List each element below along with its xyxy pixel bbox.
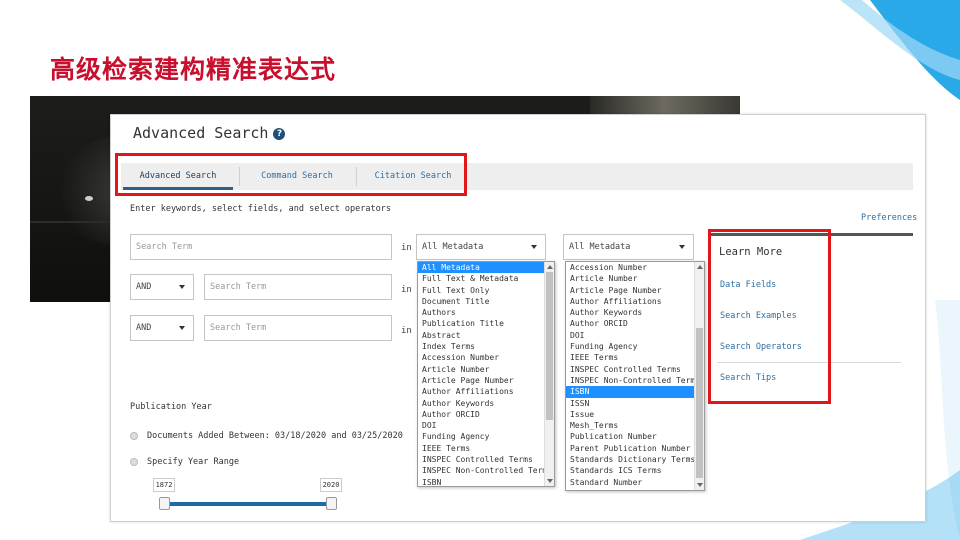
field-select-2-value: All Metadata [569, 242, 631, 252]
dropdown-option[interactable]: Index Terms [418, 341, 554, 352]
year-range-track[interactable] [165, 502, 333, 506]
dropdown-option[interactable]: ISBN [418, 477, 554, 488]
dropdown-option[interactable]: Publication Number [566, 431, 704, 442]
dropdown-option[interactable]: INSPEC Controlled Terms [566, 364, 704, 375]
dropdown-option[interactable]: All Metadata [418, 262, 554, 274]
dropdown-option[interactable]: INSPEC Non-Controlled Terms [566, 375, 704, 386]
dropdown-option[interactable]: DOI [566, 330, 704, 341]
scroll-down-icon[interactable] [547, 479, 553, 483]
dropdown-option[interactable]: Author ORCID [418, 409, 554, 420]
dropdown-option[interactable]: Article Page Number [418, 375, 554, 386]
chevron-down-icon [679, 245, 685, 249]
dropdown-option[interactable]: Author Keywords [566, 307, 704, 318]
field-select-2[interactable]: All Metadata [563, 234, 694, 260]
publication-year-label: Publication Year [130, 402, 212, 412]
dropdown-option[interactable]: Article Page Number [566, 285, 704, 296]
dropdown-option[interactable]: Full Text Only [418, 285, 554, 296]
range-handle-min[interactable] [159, 497, 170, 510]
dropdown-option[interactable]: INSPEC Controlled Terms [418, 454, 554, 465]
dropdown-option[interactable]: INSPEC Non-Controlled Terms [418, 465, 554, 476]
dropdown-option[interactable]: Authors [418, 307, 554, 318]
radio-specify-year-range[interactable] [130, 458, 138, 466]
chevron-down-icon [531, 245, 537, 249]
operator-value: AND [136, 282, 152, 292]
learn-more-highlight-box [708, 229, 831, 404]
chevron-down-icon [179, 326, 185, 330]
field-select-1[interactable]: All Metadata [416, 234, 546, 260]
tabs-highlight-box [115, 153, 467, 196]
dropdown-option[interactable]: Accession Number [566, 262, 704, 273]
dropdown-option[interactable]: Issue [566, 409, 704, 420]
operator-value: AND [136, 323, 152, 333]
advanced-search-panel: Advanced Search? Advanced Search Command… [110, 114, 926, 522]
dropdown-option[interactable]: IEEE Terms [418, 443, 554, 454]
dropdown-option[interactable]: Full Text & Metadata [418, 273, 554, 284]
dropdown-option[interactable]: Publication Title [418, 318, 554, 329]
dropdown-option[interactable]: Accession Number [418, 352, 554, 363]
dropdown-option[interactable]: Standards Dictionary Terms [566, 454, 704, 465]
dropdown-option[interactable]: Funding Agency [566, 341, 704, 352]
panel-title-text: Advanced Search [133, 124, 269, 142]
dropdown-option[interactable]: Abstract [418, 330, 554, 341]
range-handle-max[interactable] [326, 497, 337, 510]
dropdown-option[interactable]: Parent Publication Number [566, 443, 704, 454]
dropdown-option[interactable]: Author Affiliations [418, 386, 554, 397]
in-label: in [401, 243, 412, 253]
search-term-input-3[interactable]: Search Term [204, 315, 392, 341]
dropdown-option[interactable]: Article Number [566, 273, 704, 284]
field-select-1-value: All Metadata [422, 242, 484, 252]
dropdown-option[interactable]: Author Affiliations [566, 296, 704, 307]
range-max-value: 2020 [320, 478, 342, 492]
dropdown-option[interactable]: Mesh_Terms [566, 420, 704, 431]
radio-documents-added[interactable] [130, 432, 138, 440]
field-dropdown-list-2[interactable]: Accession Number Article Number Article Pa… [565, 261, 705, 491]
operator-select-1[interactable]: AND [130, 274, 194, 300]
search-term-input-1[interactable]: Search Term [130, 234, 392, 260]
dropdown-option[interactable]: Standards ICS Terms [566, 465, 704, 476]
dropdown-option[interactable]: Author Keywords [418, 398, 554, 409]
dropdown-scrollbar[interactable] [544, 262, 554, 486]
dropdown-option[interactable]: Author ORCID [566, 318, 704, 329]
preferences-link[interactable]: Preferences [861, 213, 917, 223]
search-term-input-2[interactable]: Search Term [204, 274, 392, 300]
specify-year-range-label: Specify Year Range [147, 457, 240, 467]
scroll-up-icon[interactable] [697, 265, 703, 269]
scroll-thumb[interactable] [696, 328, 703, 478]
field-dropdown-list-1[interactable]: All Metadata Full Text & Metadata Full Tex… [417, 261, 555, 487]
chevron-down-icon [179, 285, 185, 289]
scroll-down-icon[interactable] [697, 483, 703, 487]
help-icon[interactable]: ? [273, 127, 286, 140]
slide-title: 高级检索建构精准表达式 [50, 55, 337, 84]
scroll-up-icon[interactable] [547, 265, 553, 269]
dropdown-option[interactable]: Standard Number [566, 477, 704, 488]
dropdown-option[interactable]: ISSN [566, 398, 704, 409]
scroll-thumb[interactable] [546, 272, 553, 420]
dropdown-option[interactable]: Funding Agency [418, 431, 554, 442]
instructions-text: Enter keywords, select fields, and selec… [130, 204, 391, 214]
range-min-value: 1872 [153, 478, 175, 492]
dropdown-option[interactable]: IEEE Terms [566, 352, 704, 363]
dropdown-option[interactable]: ISBN [566, 386, 704, 398]
documents-added-label: Documents Added Between: 03/18/2020 and … [147, 431, 403, 441]
operator-select-2[interactable]: AND [130, 315, 194, 341]
dropdown-option[interactable]: Article Number [418, 364, 554, 375]
dropdown-scrollbar[interactable] [694, 262, 704, 490]
in-label: in [401, 285, 412, 295]
dropdown-option[interactable]: DOI [418, 420, 554, 431]
in-label: in [401, 326, 412, 336]
dropdown-option[interactable]: Document Title [418, 296, 554, 307]
panel-title: Advanced Search? [133, 124, 286, 142]
